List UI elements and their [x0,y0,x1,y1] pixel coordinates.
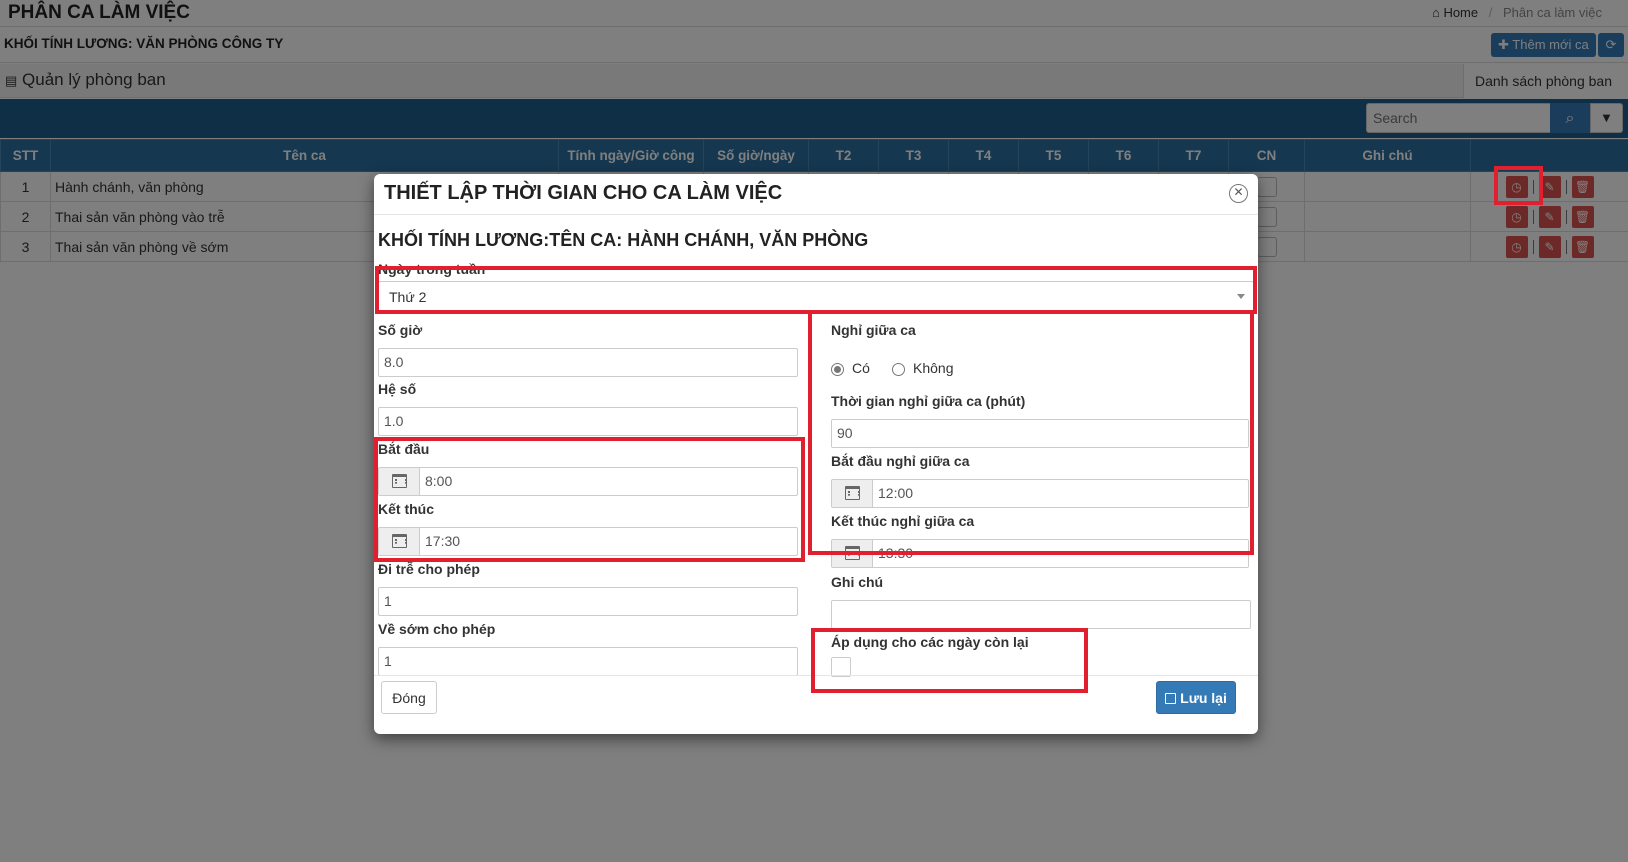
break-label: Nghỉ giữa ca [831,322,916,338]
modal-subtitle: KHỐI TÍNH LƯƠNG:TÊN CA: HÀNH CHÁNH, VĂN … [378,230,869,250]
end-time-field[interactable]: 17:30 [378,527,798,556]
break-duration-input[interactable]: 90 [831,419,1249,448]
early-leave-label: Về sớm cho phép [378,621,496,637]
hours-input[interactable]: 8.0 [378,348,798,377]
modal-footer-divider [374,675,1258,676]
coefficient-label: Hệ số [378,381,417,397]
break-start-value: 12:00 [878,485,914,501]
break-start-label: Bắt đầu nghỉ giữa ca [831,453,970,469]
day-of-week-select[interactable]: Thứ 2 [378,281,1254,312]
late-allowed-input[interactable]: 1 [378,587,798,616]
save-icon [1165,692,1177,704]
calendar-icon [844,546,860,560]
break-end-calendar-addon[interactable] [832,540,873,567]
apply-remaining-checkbox[interactable] [831,657,851,677]
chevron-down-icon [1237,294,1245,299]
end-time-label: Kết thúc [378,501,434,517]
close-circle-icon[interactable]: ✕ [1229,184,1248,203]
break-end-field[interactable]: 13:30 [831,539,1249,568]
break-duration-label: Thời gian nghỉ giữa ca (phút) [831,393,1026,409]
calendar-icon [391,534,407,548]
shift-time-modal: THIẾT LẬP THỜI GIAN CHO CA LÀM VIỆC ✕ KH… [374,174,1258,734]
modal-title: THIẾT LẬP THỜI GIAN CHO CA LÀM VIỆC [384,182,783,204]
note-input[interactable] [831,600,1251,629]
break-no-label: Không [913,360,954,376]
early-leave-input[interactable]: 1 [378,647,798,676]
break-no-radio[interactable] [892,363,905,376]
calendar-icon [844,486,860,500]
late-allowed-label: Đi trễ cho phép [378,561,480,577]
start-time-value: 8:00 [425,473,453,489]
break-start-calendar-addon[interactable] [832,480,873,507]
coefficient-input[interactable]: 1.0 [378,407,798,436]
end-time-value: 17:30 [425,533,461,549]
start-time-field[interactable]: 8:00 [378,467,798,496]
close-button[interactable]: Đóng [381,681,437,714]
start-time-label: Bắt đầu [378,441,430,457]
end-calendar-addon[interactable] [379,528,420,555]
day-of-week-label: Ngày trong tuần [378,261,486,277]
calendar-icon [391,474,407,488]
note-label: Ghi chú [831,574,884,590]
break-yes-label: Có [852,360,870,376]
save-button[interactable]: Lưu lại [1156,681,1236,714]
break-end-label: Kết thúc nghỉ giữa ca [831,513,975,529]
day-of-week-value: Thứ 2 [389,289,427,305]
hours-label: Số giờ [378,322,423,338]
break-start-field[interactable]: 12:00 [831,479,1249,508]
save-button-label: Lưu lại [1180,689,1227,706]
break-yes-radio[interactable] [831,363,844,376]
modal-header: THIẾT LẬP THỜI GIAN CHO CA LÀM VIỆC ✕ [374,174,1258,215]
break-end-value: 13:30 [878,545,914,561]
start-calendar-addon[interactable] [379,468,420,495]
apply-remaining-label: Áp dụng cho các ngày còn lại [831,634,1029,650]
